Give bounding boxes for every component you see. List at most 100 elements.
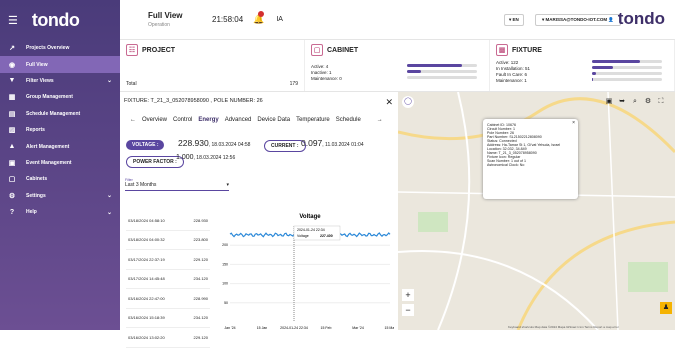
report-icon: ▨ xyxy=(8,127,16,135)
sidebar-item[interactable]: ? Help ⌄ xyxy=(0,204,120,220)
event-icon: ▣ xyxy=(8,159,16,167)
tab-overview[interactable]: Overview xyxy=(142,117,167,123)
calendar-icon: ▤ xyxy=(8,110,16,118)
fixture-header: FIXTURE: T_21_3_052078958090 , POLE NUMB… xyxy=(124,98,263,104)
project-total-value: 179 xyxy=(289,81,298,87)
table-row[interactable]: 03/16/2024 13:02:20 229.120 xyxy=(126,328,210,348)
tab-advanced[interactable]: Advanced xyxy=(225,117,252,123)
table-row[interactable]: 03/17/2024 14:45:48 234.120 xyxy=(126,270,210,289)
export-icon[interactable]: ➥ xyxy=(616,96,628,108)
sidebar-item[interactable]: ▣ Event Management xyxy=(0,155,120,171)
voltage-label: VOLTAGE : xyxy=(126,140,165,150)
alerts-icon[interactable]: 🔔 xyxy=(253,11,265,25)
progress-bar xyxy=(407,70,477,73)
progress-bar xyxy=(592,60,662,63)
tab-device-data[interactable]: Device Data xyxy=(257,117,290,123)
tab-temperature[interactable]: Temperature xyxy=(296,117,330,123)
chevron-down-icon: ⌄ xyxy=(106,193,112,200)
readings-table: 03/18/2024 04:58:10 228.930 03/18/2024 04:… xyxy=(126,211,210,348)
current-label: CURRENT : xyxy=(264,140,306,152)
table-row[interactable]: 03/17/2024 22:37:19 229.120 xyxy=(126,250,210,270)
gear-icon[interactable]: ⚙ xyxy=(642,96,654,108)
cabinet-card[interactable]: ▢ CABINET Active: 4 Inactive: 1 Maintenance… xyxy=(305,40,490,91)
alert-dot xyxy=(258,11,265,17)
table-row[interactable]: 03/16/2024 22:47:00 228.990 xyxy=(126,289,210,309)
sidebar-item[interactable]: ⚙ Settings ⌄ xyxy=(0,188,120,204)
tab-bar: ← Overview Control Energy Advanced Device Dat… xyxy=(120,114,398,126)
progress-bar xyxy=(592,66,662,69)
menu-icon[interactable]: ☰ xyxy=(8,14,18,27)
progress-bar xyxy=(407,64,477,67)
gear-icon: ⚙ xyxy=(8,192,16,200)
x-tick-label: 15 Feb xyxy=(321,326,332,330)
filter-icon: ▼ xyxy=(8,77,16,85)
x-tick-label: Mar '24 xyxy=(352,326,364,330)
logo: tondo xyxy=(31,9,80,30)
map-logo-icon: ◯ xyxy=(402,96,414,108)
chart-icon: ↗ xyxy=(9,45,15,53)
table-row[interactable]: 03/18/2024 04:58:10 228.930 xyxy=(126,211,210,231)
voltage-chart: Voltage 200 150 100 50 Jan '24 15 Jan 2024-01-2… xyxy=(222,214,394,330)
tab-control[interactable]: Control xyxy=(173,117,192,123)
x-tick-label: 15 Mar xyxy=(385,326,394,330)
tab-next-icon[interactable]: → xyxy=(377,117,383,123)
zoom-out-button[interactable]: − xyxy=(402,304,414,316)
cabinet-stat-row: Maintenance: 0 xyxy=(311,76,483,82)
x-tick-label: 15 Jan xyxy=(257,326,268,330)
street-view-icon[interactable]: ♟ xyxy=(660,302,672,314)
sidebar-nav: ↗ Projects Overview ◉ Full View ▼ Filter View… xyxy=(0,40,120,220)
fixture-card[interactable]: ▩ FIXTURE Active: 122 In Installation: 51 F… xyxy=(490,40,675,91)
sidebar-item[interactable]: ▼ Filter Views ⌄ xyxy=(0,73,120,89)
y-tick-label: 200 xyxy=(222,243,228,247)
y-tick-label: 100 xyxy=(222,282,228,286)
zoom-in-button[interactable]: + xyxy=(402,289,414,301)
sidebar-item[interactable]: ▢ Cabinets xyxy=(0,171,120,187)
sidebar-item[interactable]: ◉ Full View xyxy=(0,56,120,73)
search-icon[interactable]: ⌕ xyxy=(629,96,641,108)
sidebar: ☰ tondo ↗ Projects Overview ◉ Full View ▼ Fil… xyxy=(0,0,120,330)
tab-prev-icon[interactable]: ← xyxy=(130,117,136,123)
chevron-down-icon: ▾ xyxy=(226,182,229,188)
map-area[interactable]: ◯ ▣ ➥ ⌕ ⚙ ⛶ × Cabinet ID: 10676 Circuit Nu… xyxy=(398,92,675,330)
sidebar-item[interactable]: ▤ Schedule Management xyxy=(0,106,120,122)
layers-icon[interactable]: ▣ xyxy=(603,96,615,108)
sidebar-item[interactable]: ▦ Group Management xyxy=(0,89,120,105)
brand-logo: tondo xyxy=(617,9,665,28)
fixture-info-popup: × Cabinet ID: 10676 Circuit Number: 1 Pole … xyxy=(483,119,578,199)
sidebar-item[interactable]: ▨ Reports xyxy=(0,122,120,138)
summary-cards: ☷ PROJECT Total 179 ▢ CABINET Active: 4 Ina… xyxy=(120,40,675,92)
fullscreen-icon[interactable]: ⛶ xyxy=(655,96,667,108)
power-factor-reading: 1.000, 18.03.2024 12:56 xyxy=(176,154,236,161)
project-card[interactable]: ☷ PROJECT Total 179 xyxy=(120,40,305,91)
user-menu[interactable]: ▾ MARISSA@TONDO-IOT.COM 👤 xyxy=(535,14,621,26)
cabinet-icon: ▢ xyxy=(8,176,16,184)
x-tick-label: Jan '24 xyxy=(224,326,235,330)
close-icon[interactable]: ✕ xyxy=(385,97,393,108)
date-filter-select[interactable]: Filter Last 3 Months ▾ xyxy=(125,178,229,191)
popup-close-icon[interactable]: × xyxy=(572,120,575,126)
progress-bar xyxy=(592,72,662,75)
table-row[interactable]: 03/16/2024 15:18:39 234.120 xyxy=(126,309,210,328)
page-subtitle: Operation xyxy=(148,22,170,28)
tab-schedule[interactable]: Schedule xyxy=(336,117,361,123)
top-bar: Full View Operation 21:58:04 🔔 IA ▾ EN ▾ … xyxy=(120,0,675,40)
sidebar-item[interactable]: ↗ Projects Overview xyxy=(0,40,120,56)
warning-icon: ▲ xyxy=(8,143,16,151)
info-line: Astronomical Clock: No xyxy=(487,163,525,167)
cabinet-icon: ▢ xyxy=(311,44,323,56)
map-footer: Keyboard shortcuts Map data ©2024 Mapa G… xyxy=(508,325,619,329)
sidebar-item[interactable]: ▲ Alert Management xyxy=(0,138,120,154)
project-total-label: Total xyxy=(126,81,137,87)
progress-bar xyxy=(592,78,662,81)
ia-button[interactable]: IA xyxy=(276,16,283,23)
grid-icon: ▦ xyxy=(8,94,16,102)
y-tick-label: 150 xyxy=(222,262,228,266)
help-icon: ? xyxy=(9,208,15,216)
table-row[interactable]: 03/18/2024 04:00:32 223.800 xyxy=(126,231,210,250)
fixture-stat-row: Maintenance: 1 xyxy=(496,78,668,84)
tooltip-series: Voltage xyxy=(297,234,309,238)
language-select[interactable]: ▾ EN xyxy=(504,14,524,26)
chevron-down-icon: ⌄ xyxy=(106,209,112,216)
pin-icon: ◉ xyxy=(8,61,16,69)
tab-energy[interactable]: Energy xyxy=(198,117,218,123)
